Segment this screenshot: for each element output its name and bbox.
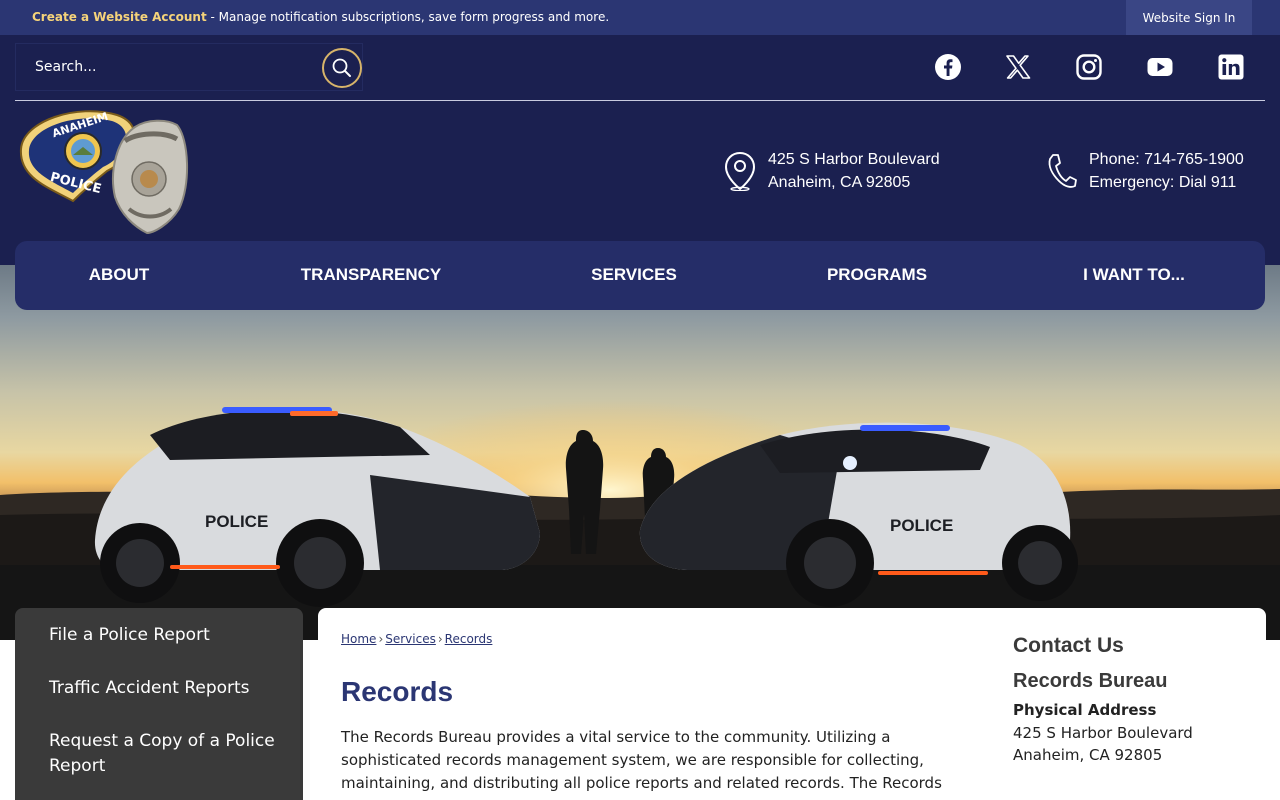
sidebar-menu: File a Police Report Traffic Accident Re… [15, 608, 303, 800]
hero-image: POLICE POLICE [0, 400, 1280, 640]
hero-banner: POLICE POLICE [0, 265, 1280, 640]
phone-line2: Emergency: Dial 911 [1089, 174, 1237, 191]
map-pin-icon [724, 151, 756, 195]
site-header: Search... ANAHEIM POLICE 425 S Harbor Bo… [0, 35, 1280, 265]
header-address: 425 S Harbor Boulevard Anaheim, CA 92805 [768, 148, 940, 194]
contact-bureau: Records Bureau [1013, 670, 1168, 692]
instagram-icon[interactable] [1074, 52, 1104, 82]
youtube-icon[interactable] [1145, 52, 1175, 82]
breadcrumb-records[interactable]: Records [445, 632, 493, 646]
nav-services[interactable]: SERVICES [591, 265, 677, 285]
search-box[interactable]: Search... [15, 43, 363, 91]
address-line1: 425 S Harbor Boulevard [768, 151, 940, 168]
phone-icon [1045, 153, 1077, 193]
breadcrumb-home[interactable]: Home [341, 632, 376, 646]
header-divider [15, 100, 1265, 101]
breadcrumb: Home › Services › Records [341, 632, 493, 646]
contact-panel: Contact Us Records Bureau Physical Addre… [1013, 634, 1253, 766]
header-phone: Phone: 714-765-1900 Emergency: Dial 911 [1089, 148, 1244, 194]
sidebar-item-traffic-reports[interactable]: Traffic Accident Reports [49, 676, 289, 701]
physical-address-label: Physical Address [1013, 701, 1157, 719]
nav-about[interactable]: ABOUT [89, 265, 149, 285]
create-account-link[interactable]: Create a Website Account [32, 10, 207, 24]
page-title: Records [341, 676, 454, 707]
x-icon[interactable] [1003, 52, 1033, 82]
account-description: - Manage notification subscriptions, sav… [206, 10, 610, 24]
sidebar-item-request-copy[interactable]: Request a Copy of a Police Report [49, 729, 289, 779]
main-content: Home › Services › Records Records The Record… [318, 608, 1266, 800]
contact-address-line2: Anaheim, CA 92805 [1013, 746, 1163, 764]
sign-in-button[interactable]: Website Sign In [1126, 0, 1252, 35]
breadcrumb-services[interactable]: Services [385, 632, 436, 646]
police-logo[interactable]: ANAHEIM POLICE [17, 105, 192, 235]
main-nav: ABOUT TRANSPARENCY SERVICES PROGRAMS I W… [15, 241, 1265, 310]
svg-text:POLICE: POLICE [205, 512, 268, 531]
contact-heading: Contact Us [1013, 634, 1124, 657]
nav-programs[interactable]: PROGRAMS [827, 265, 927, 285]
search-input[interactable]: Search... [35, 59, 96, 75]
search-icon [332, 58, 351, 77]
contact-address-line1: 425 S Harbor Boulevard [1013, 724, 1193, 742]
intro-paragraph: The Records Bureau provides a vital serv… [341, 728, 942, 792]
facebook-icon[interactable] [933, 52, 963, 82]
phone-line1[interactable]: Phone: 714-765-1900 [1089, 148, 1244, 171]
nav-i-want-to[interactable]: I WANT TO... [1083, 265, 1185, 285]
linkedin-icon[interactable] [1216, 52, 1246, 82]
top-bar: Create a Website Account - Manage notifi… [0, 0, 1280, 35]
nav-transparency[interactable]: TRANSPARENCY [301, 265, 441, 285]
address-line2: Anaheim, CA 92805 [768, 174, 911, 191]
sidebar-item-file-report[interactable]: File a Police Report [49, 623, 289, 648]
svg-text:POLICE: POLICE [890, 516, 953, 535]
search-button[interactable] [322, 48, 362, 88]
account-message: Create a Website Account - Manage notifi… [32, 10, 609, 24]
